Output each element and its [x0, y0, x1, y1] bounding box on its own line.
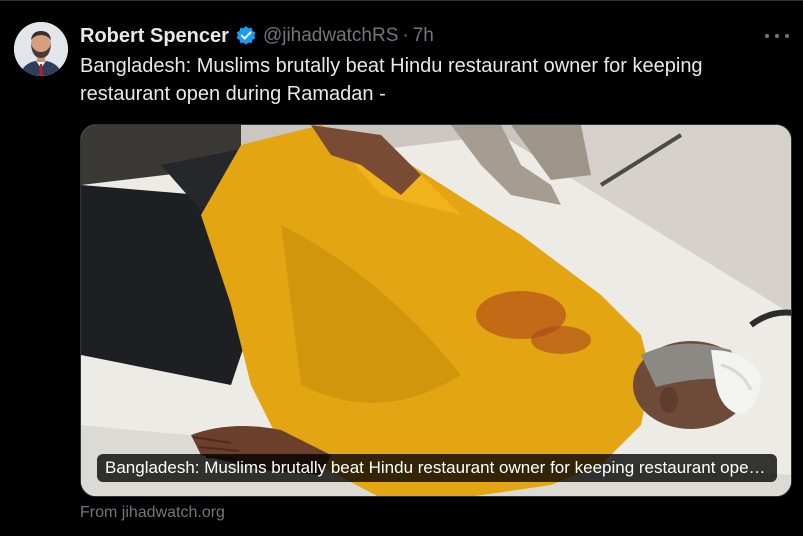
separator: · [402, 25, 409, 46]
card-caption[interactable]: Bangladesh: Muslims brutally beat Hindu … [97, 454, 777, 482]
verified-badge-icon[interactable] [235, 25, 257, 47]
timestamp[interactable]: 7h [413, 25, 434, 47]
link-card-media[interactable]: Bangladesh: Muslims brutally beat Hindu … [80, 124, 792, 497]
dot [775, 34, 779, 38]
card-photo [81, 125, 791, 496]
tweet-card[interactable]: Robert Spencer @jihadwatchRS · 7h Bangla… [0, 0, 803, 536]
more-options-icon[interactable] [765, 26, 789, 46]
dot [765, 34, 769, 38]
author-handle[interactable]: @jihadwatchRS [263, 25, 398, 47]
author-name[interactable]: Robert Spencer [80, 25, 229, 48]
avatar[interactable] [14, 22, 68, 76]
dot [785, 34, 789, 38]
link-source[interactable]: From jihadwatch.org [80, 504, 225, 522]
tweet-text: Bangladesh: Muslims brutally beat Hindu … [80, 55, 703, 105]
divider [0, 0, 803, 1]
tweet-header: Robert Spencer @jihadwatchRS · 7h [80, 22, 434, 50]
